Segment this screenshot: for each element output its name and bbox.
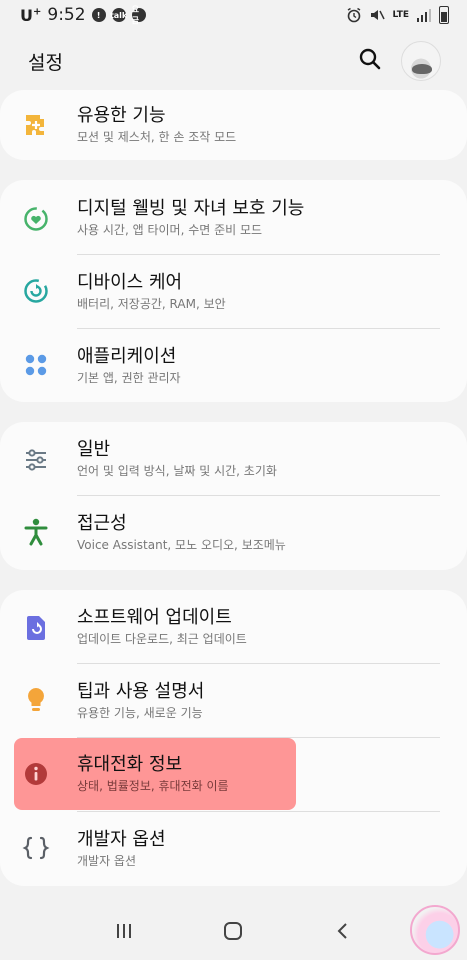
home-icon[interactable] [222, 920, 244, 946]
lightbulb-icon [22, 686, 50, 714]
item-title: 팁과 사용 설명서 [77, 681, 205, 702]
settings-item-developer-options[interactable]: 개발자 옵션 개발자 옵션 [0, 812, 467, 884]
wellbeing-heart-icon [22, 205, 50, 233]
sliders-icon [22, 446, 50, 474]
signal-icon [416, 8, 432, 22]
alert-notification-icon: ! [91, 8, 106, 22]
curly-braces-icon [22, 834, 50, 862]
item-title: 애플리케이션 [77, 346, 177, 367]
assistant-bubble-icon[interactable] [410, 905, 460, 955]
talk-notification-icon: talk [110, 8, 127, 22]
item-title: 개발자 옵션 [77, 829, 166, 850]
item-title: 디바이스 케어 [77, 272, 183, 293]
settings-item-accessibility[interactable]: 접근성 Voice Assistant, 모노 오디오, 보조메뉴 [0, 496, 467, 570]
billing-notification-icon: 요금 [131, 5, 146, 25]
item-title: 소프트웨어 업데이트 [77, 607, 232, 628]
software-update-icon [22, 614, 50, 642]
item-title: 휴대전화 정보 [77, 754, 183, 775]
item-subtitle: 유용한 기능, 새로운 기능 [77, 706, 203, 720]
mute-icon [369, 7, 386, 23]
settings-item-applications[interactable]: 애플리케이션 기본 앱, 권한 관리자 [0, 329, 467, 402]
search-icon[interactable] [359, 48, 381, 74]
info-circle-icon [22, 760, 50, 788]
item-title: 유용한 기능 [77, 105, 166, 126]
settings-item-tips[interactable]: 팁과 사용 설명서 유용한 기능, 새로운 기능 [0, 664, 467, 738]
network-type-label: LTE [392, 9, 409, 20]
settings-item-general[interactable]: 일반 언어 및 입력 방식, 날짜 및 시간, 초기화 [0, 424, 467, 496]
recent-apps-icon[interactable] [114, 921, 134, 945]
item-title: 접근성 [77, 513, 127, 534]
item-title: 일반 [77, 439, 111, 460]
item-subtitle: 모션 및 제스처, 한 손 조작 모드 [77, 130, 237, 144]
item-subtitle: 배터리, 저장공간, RAM, 보안 [77, 297, 226, 311]
item-title: 디지털 웰빙 및 자녀 보호 기능 [77, 198, 305, 219]
page-title: 설정 [28, 51, 63, 74]
item-subtitle: 업데이트 다운로드, 최근 업데이트 [77, 632, 247, 646]
item-subtitle: 기본 앱, 권한 관리자 [77, 371, 181, 385]
item-subtitle: 상태, 법률정보, 휴대전화 이름 [77, 779, 229, 793]
carrier-label: U+ [20, 5, 42, 25]
puzzle-plus-icon [22, 111, 50, 139]
settings-item-about-phone[interactable]: 휴대전화 정보 상태, 법률정보, 휴대전화 이름 [0, 738, 467, 810]
settings-item-software-update[interactable]: 소프트웨어 업데이트 업데이트 다운로드, 최근 업데이트 [0, 592, 467, 664]
settings-item-advanced-features[interactable]: 유용한 기능 모션 및 제스처, 한 손 조작 모드 [0, 100, 467, 150]
avatar[interactable] [401, 41, 441, 81]
settings-item-digital-wellbeing[interactable]: 디지털 웰빙 및 자녀 보호 기능 사용 시간, 앱 타이머, 수면 준비 모드 [0, 185, 467, 255]
device-care-icon [22, 277, 50, 305]
settings-item-device-care[interactable]: 디바이스 케어 배터리, 저장공간, RAM, 보안 [0, 255, 467, 329]
item-subtitle: 사용 시간, 앱 타이머, 수면 준비 모드 [77, 223, 263, 237]
accessibility-person-icon [22, 518, 50, 546]
alarm-icon [346, 7, 362, 23]
back-icon[interactable] [333, 921, 353, 945]
status-bar: U+ 9:52 ! talk 요금 LTE [0, 0, 467, 30]
navigation-bar [0, 905, 467, 960]
apps-grid-icon [22, 351, 50, 379]
item-subtitle: 개발자 옵션 [77, 854, 137, 868]
item-subtitle: 언어 및 입력 방식, 날짜 및 시간, 초기화 [77, 464, 277, 478]
header: 설정 [0, 36, 467, 86]
battery-icon [439, 6, 449, 24]
clock: 9:52 [47, 5, 86, 25]
item-subtitle: Voice Assistant, 모노 오디오, 보조메뉴 [77, 538, 286, 552]
